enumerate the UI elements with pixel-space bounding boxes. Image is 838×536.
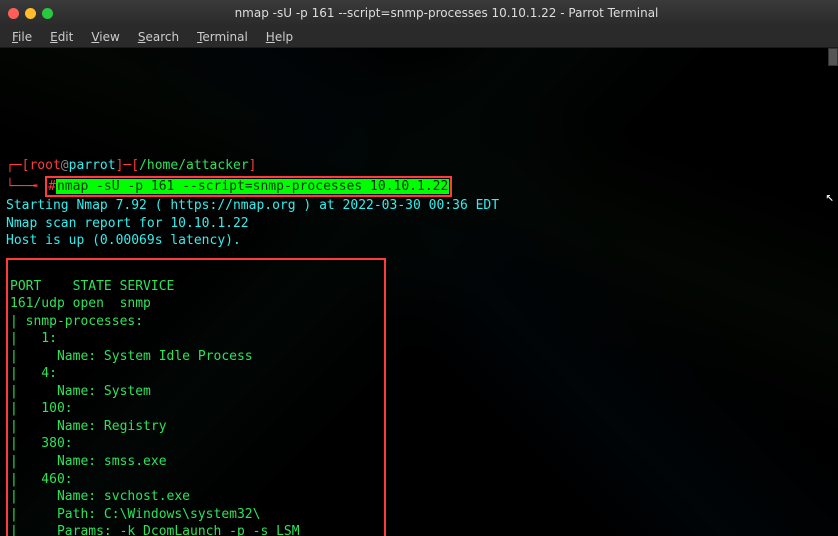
terminal-content: ┌─[root@parrot]─[/home/attacker] └──╼ #n…: [6, 140, 832, 536]
prompt-line2: └──╼: [6, 179, 45, 194]
scrollbar-thumb[interactable]: [828, 48, 838, 66]
menu-file[interactable]: File: [4, 28, 40, 46]
menu-search[interactable]: Search: [130, 28, 187, 46]
menu-help[interactable]: Help: [258, 28, 301, 46]
prompt-bracket: ]─[: [116, 158, 139, 173]
terminal[interactable]: ↖ ┌─[root@parrot]─[/home/attacker] └──╼ …: [0, 48, 838, 536]
output-highlight-box: PORT STATE SERVICE 161/udp open snmp | s…: [6, 258, 386, 536]
maximize-icon[interactable]: [42, 8, 53, 19]
menu-edit[interactable]: Edit: [42, 28, 81, 46]
port-row: 161/udp open snmp: [10, 296, 151, 311]
prompt-cwd: /home/attacker: [139, 158, 249, 173]
close-icon[interactable]: [8, 8, 19, 19]
window-controls: [8, 8, 53, 19]
script-header: | snmp-processes:: [10, 314, 143, 329]
prompt-bracket: ]: [249, 158, 257, 173]
menu-terminal[interactable]: Terminal: [189, 28, 256, 46]
prompt-host: parrot: [69, 158, 116, 173]
command-text: nmap -sU -p 161 --script=snmp-processes …: [56, 179, 449, 194]
nmap-report: Nmap scan report for 10.10.1.22: [6, 216, 249, 231]
nmap-hostup: Host is up (0.00069s latency).: [6, 233, 241, 248]
menubar: FileEditViewSearchTerminalHelp: [0, 26, 838, 48]
prompt-at: @: [61, 158, 69, 173]
nmap-banner: Starting Nmap 7.92 ( https://nmap.org ) …: [6, 198, 499, 213]
menu-view[interactable]: View: [83, 28, 127, 46]
prompt-bracket: ┌─[: [6, 158, 29, 173]
process-list: | 1: | Name: System Idle Process | 4: | …: [10, 330, 382, 536]
window-title: nmap -sU -p 161 --script=snmp-processes …: [63, 6, 830, 20]
prompt-user: root: [29, 158, 60, 173]
titlebar: nmap -sU -p 161 --script=snmp-processes …: [0, 0, 838, 26]
minimize-icon[interactable]: [25, 8, 36, 19]
prompt-hash: #: [48, 179, 56, 194]
port-header: PORT STATE SERVICE: [10, 279, 174, 294]
mouse-cursor-icon: ↖: [826, 188, 834, 207]
command-highlight-box: #nmap -sU -p 161 --script=snmp-processes…: [45, 176, 452, 198]
